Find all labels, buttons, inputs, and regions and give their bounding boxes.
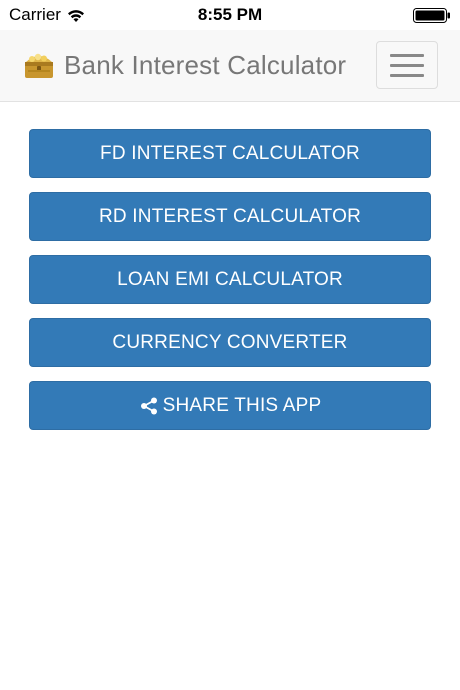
calculator-menu: FD INTEREST CALCULATOR RD INTEREST CALCU… — [29, 129, 431, 444]
treasure-chest-icon — [22, 48, 56, 82]
hamburger-menu-icon — [390, 63, 424, 67]
currency-converter-button[interactable]: CURRENCY CONVERTER — [29, 318, 431, 367]
battery-icon — [413, 8, 451, 23]
app-title: Bank Interest Calculator — [64, 49, 347, 80]
hamburger-menu-icon — [390, 53, 424, 57]
button-label: SHARE THIS APP — [162, 394, 322, 416]
status-bar: Carrier 8:55 PM — [0, 0, 460, 30]
hamburger-menu-button[interactable] — [376, 41, 438, 89]
button-label: RD INTEREST CALCULATOR — [98, 205, 361, 227]
share-icon — [139, 396, 159, 416]
button-label: FD INTEREST CALCULATOR — [100, 142, 360, 164]
loan-emi-calculator-button[interactable]: LOAN EMI CALCULATOR — [29, 255, 431, 304]
clock: 8:55 PM — [197, 5, 263, 24]
share-app-button[interactable]: SHARE THIS APP — [29, 381, 431, 430]
button-label: LOAN EMI CALCULATOR — [117, 268, 343, 290]
navbar: Bank Interest Calculator — [0, 30, 460, 102]
button-label: CURRENCY CONVERTER — [112, 331, 348, 353]
brand[interactable]: Bank Interest Calculator — [22, 48, 346, 82]
fd-interest-calculator-button[interactable]: FD INTEREST CALCULATOR — [29, 129, 431, 178]
rd-interest-calculator-button[interactable]: RD INTEREST CALCULATOR — [29, 192, 431, 241]
hamburger-menu-icon — [390, 73, 424, 77]
